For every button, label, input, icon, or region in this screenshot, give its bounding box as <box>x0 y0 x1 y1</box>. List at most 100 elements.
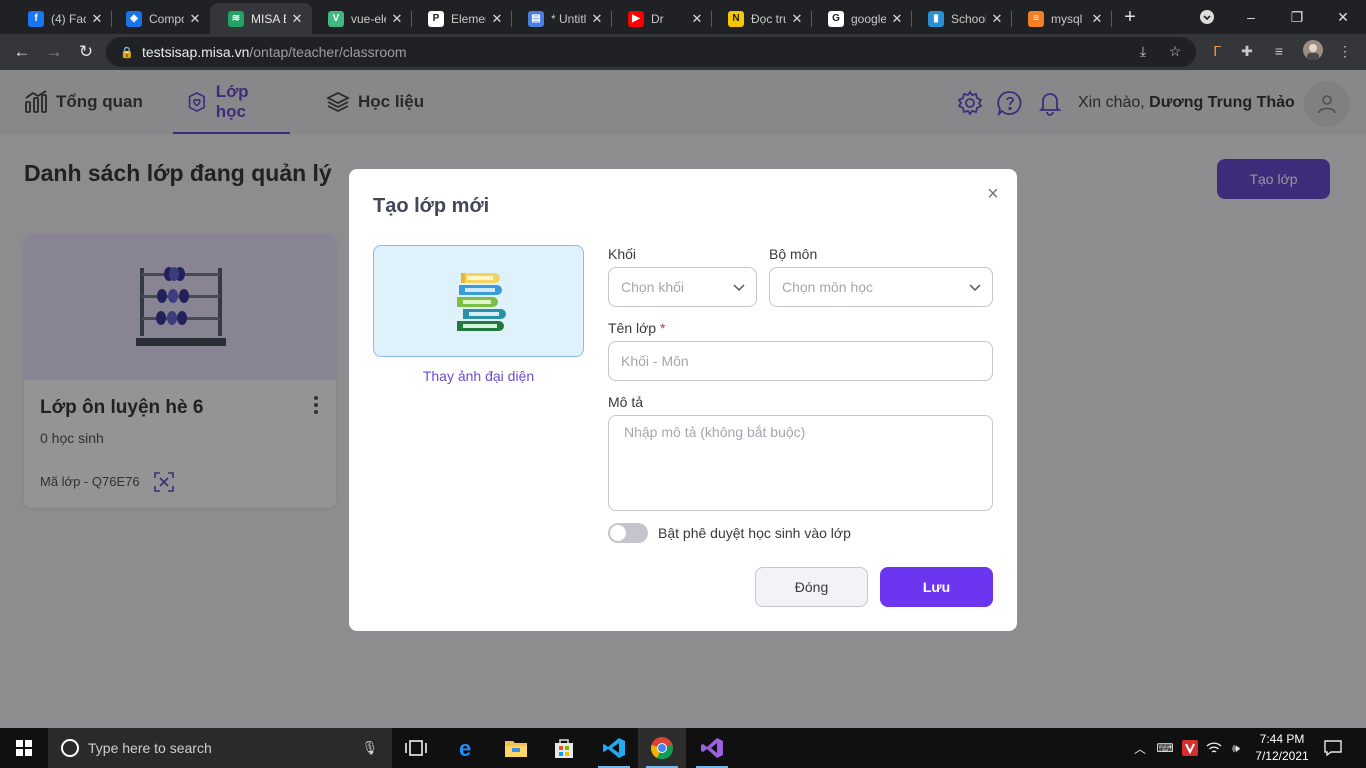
tab-close-icon[interactable]: ✕ <box>990 11 1004 27</box>
notification-center-icon[interactable] <box>1320 728 1346 768</box>
media-control-icon[interactable]: ≡ <box>1268 40 1290 62</box>
svg-text:e: e <box>459 736 471 760</box>
vscode-icon[interactable] <box>590 728 638 768</box>
docs-icon: ▤ <box>528 10 544 27</box>
grade-select[interactable]: Chọn khối <box>608 267 757 307</box>
windows-taskbar: Type here to search 🎙 e ︿ ⌨ 🕪 7:44 PM 7/… <box>0 728 1366 768</box>
class-name-placeholder: Khối - Môn <box>621 353 689 369</box>
facebook-icon: f <box>28 10 44 27</box>
tab-close-icon[interactable]: ✕ <box>1090 11 1104 27</box>
database-icon: ▮ <box>928 10 944 27</box>
tab-close-icon[interactable]: ✕ <box>390 11 404 27</box>
approval-toggle[interactable] <box>608 523 648 543</box>
address-bar[interactable]: 🔒 testsisap.misa.vn/ontap/teacher/classr… <box>106 37 1196 67</box>
back-button[interactable]: ← <box>10 40 34 64</box>
browser-tab[interactable]: ▤ * Untitled ✕ <box>510 3 612 34</box>
close-button[interactable]: Đóng <box>755 567 868 607</box>
volume-icon[interactable]: 🕪 <box>1226 728 1246 768</box>
minimize-button[interactable]: – <box>1228 0 1274 34</box>
save-button[interactable]: Lưu <box>880 567 993 607</box>
browser-tab-title: (4) Facebook <box>51 11 86 26</box>
tab-search-icon[interactable] <box>1184 0 1230 34</box>
window-close-button[interactable]: ✕ <box>1320 0 1366 34</box>
subject-placeholder: Chọn môn học <box>782 279 874 295</box>
forward-button[interactable]: → <box>42 40 66 64</box>
new-tab-button[interactable]: + <box>1120 6 1140 28</box>
browser-tab[interactable]: f (4) Facebook ✕ <box>10 3 112 34</box>
tab-close-icon[interactable]: ✕ <box>590 11 604 27</box>
misa-icon: ≋ <box>228 10 244 27</box>
microsoft-store-icon[interactable] <box>540 728 588 768</box>
description-placeholder: Nhập mô tả (không bắt buộc) <box>624 424 806 440</box>
windows-start-button[interactable] <box>0 728 48 768</box>
task-view-icon[interactable] <box>392 728 440 768</box>
youtube-icon: ▶ <box>628 10 644 27</box>
class-name-label-text: Tên lớp <box>608 320 657 336</box>
approval-toggle-label: Bật phê duyệt học sinh vào lớp <box>658 525 851 541</box>
grade-label: Khối <box>608 246 637 262</box>
toggle-knob <box>610 525 626 541</box>
description-textarea[interactable]: Nhập mô tả (không bắt buộc) <box>608 415 993 511</box>
chrome-icon[interactable] <box>638 728 686 768</box>
wifi-icon[interactable] <box>1204 728 1224 768</box>
taskbar-search-box[interactable]: Type here to search 🎙 <box>48 728 392 768</box>
browser-tab[interactable]: ◈ Component ✕ <box>108 3 210 34</box>
dialog-title: Tạo lớp mới <box>373 195 490 217</box>
puzzle-extensions-icon[interactable]: ✚ <box>1236 40 1258 62</box>
tab-close-icon[interactable]: ✕ <box>690 11 704 27</box>
url-path: /ontap/teacher/classroom <box>249 44 407 60</box>
profile-avatar-icon[interactable] <box>1302 40 1324 62</box>
edge-browser-icon[interactable]: e <box>444 728 492 768</box>
tab-close-icon[interactable]: ✕ <box>890 11 904 27</box>
browser-tab-title: School <box>951 11 986 26</box>
bookmark-star-icon[interactable]: ☆ <box>1164 40 1186 62</box>
browser-tab-title: MISA Edu <box>251 11 286 26</box>
browser-tab-bar: f(4) Facebook✕◈Component✕≋MISA Edu✕Vvue-… <box>0 0 1366 34</box>
tab-close-icon[interactable]: ✕ <box>490 11 504 27</box>
close-icon[interactable]: × <box>983 183 1003 205</box>
visual-studio-icon[interactable] <box>688 728 736 768</box>
browser-tab[interactable]: Vvue-element ✕ <box>310 3 412 34</box>
tab-close-icon[interactable]: ✕ <box>790 11 804 27</box>
install-icon[interactable]: ⤓ <box>1132 40 1154 62</box>
browser-menu-icon[interactable]: ⋮ <box>1334 40 1356 62</box>
restore-button[interactable]: ❐ <box>1274 0 1320 34</box>
url-host: testsisap.misa.vn <box>142 44 250 60</box>
browser-tab[interactable]: ≡ mysql ✕ <box>1010 3 1112 34</box>
extension-icon[interactable]: ᒥ <box>1206 40 1228 62</box>
cube-icon: ◈ <box>126 10 142 27</box>
lock-icon: 🔒 <box>120 46 134 59</box>
browser-tab[interactable]: Ggoogle ✕ <box>810 3 912 34</box>
tab-close-icon[interactable]: ✕ <box>290 11 304 27</box>
chevron-down-icon <box>969 284 981 292</box>
browser-tab-title: Dr <box>651 11 664 26</box>
class-name-label: Tên lớp * <box>608 320 665 336</box>
tray-overflow-icon[interactable]: ︿ <box>1130 728 1150 768</box>
browser-tab[interactable]: N Đọc truyện ✕ <box>710 3 812 34</box>
chevron-down-icon <box>733 284 745 292</box>
browser-tab[interactable]: P Element ✕ <box>410 3 512 34</box>
browser-tab[interactable]: ▮ School ✕ <box>910 3 1012 34</box>
change-avatar-link[interactable]: Thay ảnh đại diện <box>373 368 584 384</box>
browser-tab[interactable]: ▶ Dr ✕ <box>610 3 712 34</box>
microphone-icon[interactable]: 🎙 <box>361 740 378 756</box>
clock-time: 7:44 PM <box>1259 732 1305 746</box>
windows-logo-icon <box>16 740 32 756</box>
taskbar-clock[interactable]: 7:44 PM 7/12/2021 <box>1250 731 1314 765</box>
search-circle-icon <box>61 739 79 757</box>
browser-tab[interactable]: ≋ MISA Edu ✕ <box>210 3 312 34</box>
browser-tab-title: Đọc truyện <box>751 11 786 26</box>
tab-close-icon[interactable]: ✕ <box>188 11 202 27</box>
taskbar-search-placeholder: Type here to search <box>88 740 212 756</box>
antivirus-icon[interactable] <box>1180 728 1200 768</box>
keyboard-icon[interactable]: ⌨ <box>1154 728 1176 768</box>
file-explorer-icon[interactable] <box>492 728 540 768</box>
browser-tab-title: google <box>851 11 886 26</box>
subject-select[interactable]: Chọn môn học <box>769 267 993 307</box>
reload-button[interactable]: ↻ <box>74 40 98 64</box>
class-avatar-preview[interactable] <box>373 245 584 357</box>
stackoverflow-icon: ≡ <box>1028 10 1044 27</box>
tab-close-icon[interactable]: ✕ <box>90 11 104 27</box>
browser-toolbar: ← → ↻ 🔒 testsisap.misa.vn/ontap/teacher/… <box>0 34 1366 70</box>
class-name-input[interactable]: Khối - Môn <box>608 341 993 381</box>
